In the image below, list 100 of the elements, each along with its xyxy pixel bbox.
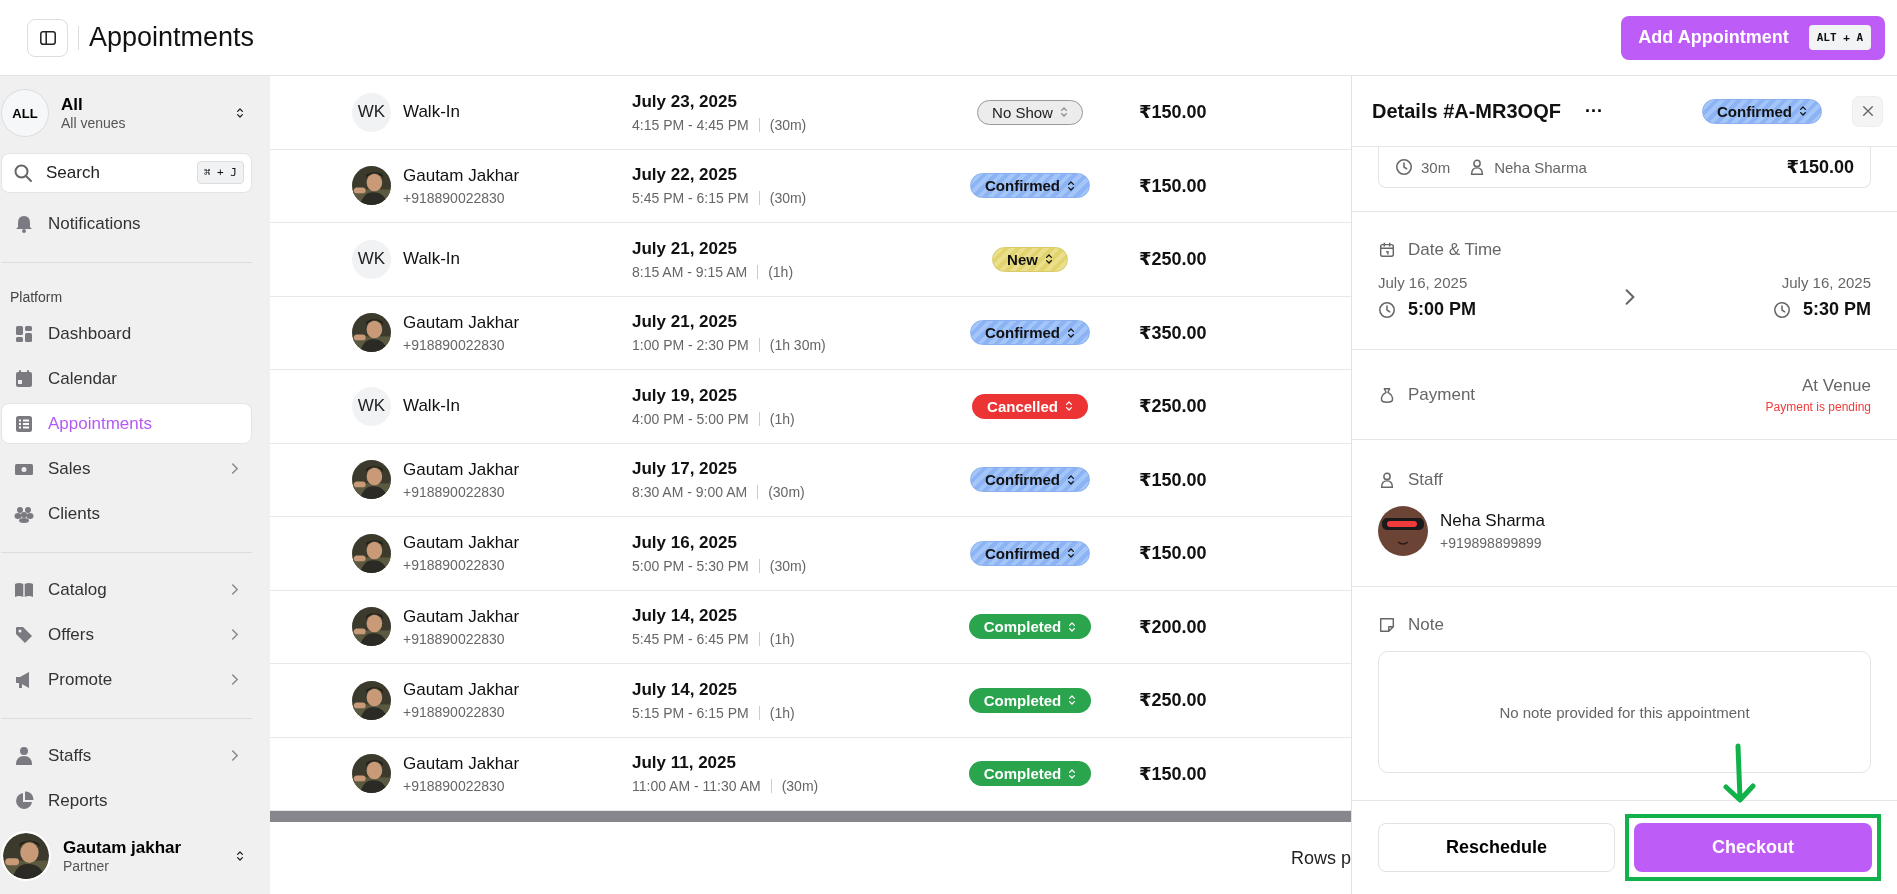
user-name: Gautam jakhar — [63, 838, 183, 858]
pie-chart-icon — [14, 790, 34, 811]
status-dropdown[interactable]: Confirmed — [1702, 98, 1822, 124]
appointment-row[interactable]: Gautam Jakhar +918890022830 July 14, 2025 5:15 PM - 6:15 PM (1h) Completed ₹250.00 — [270, 664, 1351, 738]
avatar-drawing — [1378, 506, 1428, 556]
payment-status: Payment is pending — [1765, 399, 1871, 414]
up-down-chevron-icon — [1068, 694, 1077, 707]
time-range: 4:00 PM - 5:00 PM — [632, 410, 749, 427]
client-name: Walk-In — [403, 249, 460, 270]
up-down-chevron-icon — [1067, 547, 1075, 560]
venue-switcher[interactable]: ALL All All venues — [1, 84, 252, 142]
section-label: Platform — [9, 288, 64, 307]
chevron-right-icon — [230, 673, 239, 686]
section-heading: Staff — [1408, 470, 1443, 490]
tag-icon — [14, 624, 34, 645]
duration: (1h) — [769, 704, 795, 721]
clock-icon — [1395, 158, 1413, 176]
appointment-date: July 22, 2025 — [632, 165, 738, 186]
sidebar-item[interactable]: Clients — [1, 493, 252, 534]
duration: (30m) — [781, 778, 819, 795]
sidebar-item[interactable]: Sales — [1, 448, 252, 489]
page-title: Appointments — [89, 22, 255, 53]
client-name: Gautam Jakhar — [403, 312, 520, 333]
sidebar-item[interactable]: Promote — [1, 659, 252, 700]
price: ₹250.00 — [1138, 689, 1208, 712]
duration: (30m) — [768, 484, 805, 501]
service-staff: Neha Sharma — [1494, 158, 1587, 176]
client-avatar: WK — [352, 239, 391, 279]
end-date: July 16, 2025 — [1781, 274, 1871, 291]
client-name: Gautam Jakhar — [403, 533, 520, 554]
appointment-date: July 19, 2025 — [632, 385, 738, 406]
sidebar-item[interactable]: Reports — [1, 780, 252, 821]
dashboard-icon — [14, 323, 34, 344]
sidebar-item[interactable]: Appointments — [1, 403, 252, 444]
time-range: 1:00 PM - 2:30 PM — [632, 337, 749, 354]
rows-per-page-label: Rows p — [1290, 847, 1351, 869]
client-name: Gautam Jakhar — [403, 606, 520, 627]
status-dropdown[interactable]: Confirmed — [970, 540, 1090, 566]
duration: (30m) — [769, 116, 807, 133]
up-down-chevron-icon — [236, 107, 244, 119]
sticky-note-icon — [1378, 616, 1396, 634]
appointment-row[interactable]: WK Walk-In July 23, 2025 4:15 PM - 4:45 PM (30m) No Show ₹150.00 — [270, 76, 1351, 150]
appointment-row[interactable]: Gautam Jakhar +918890022830 July 14, 2025 5:45 PM - 6:45 PM (1h) Completed ₹200.00 — [270, 590, 1351, 664]
price: ₹250.00 — [1138, 248, 1208, 271]
appointment-date: July 21, 2025 — [632, 312, 738, 333]
appointment-row[interactable]: Gautam Jakhar +918890022830 July 17, 2025 8:30 AM - 9:00 AM (30m) Confirmed ₹150.00 — [270, 443, 1351, 517]
price: ₹150.00 — [1138, 101, 1208, 124]
up-down-chevron-icon — [236, 850, 244, 862]
sidebar-toggle-button[interactable] — [27, 18, 68, 57]
sidebar-item[interactable]: Catalog — [1, 569, 252, 610]
sidebar-item[interactable]: Calendar — [1, 358, 252, 399]
bell-icon — [14, 213, 34, 234]
price: ₹150.00 — [1138, 468, 1208, 491]
appointment-date: July 14, 2025 — [632, 606, 738, 627]
venue-subtitle: All venues — [61, 115, 127, 131]
scrollbar[interactable] — [270, 811, 1351, 822]
price: ₹150.00 — [1138, 762, 1208, 785]
status-dropdown[interactable]: New — [992, 246, 1068, 272]
price: ₹150.00 — [1138, 542, 1208, 565]
appointment-row[interactable]: WK Walk-In July 21, 2025 8:15 AM - 9:15 AM (1h) New ₹250.00 — [270, 223, 1351, 297]
reschedule-button[interactable]: Reschedule — [1378, 823, 1615, 872]
up-down-chevron-icon — [1799, 105, 1807, 117]
appointment-row[interactable]: Gautam Jakhar +918890022830 July 16, 2025 5:00 PM - 5:30 PM (30m) Confirmed ₹150.00 — [270, 517, 1351, 591]
client-name: Gautam Jakhar — [403, 459, 520, 480]
client-name: Walk-In — [403, 102, 460, 123]
status-dropdown[interactable]: Cancelled — [972, 393, 1088, 419]
client-phone: +918890022830 — [403, 483, 506, 500]
user-menu[interactable]: Gautam jakhar Partner — [1, 828, 252, 884]
status-dropdown[interactable]: Confirmed — [970, 467, 1090, 493]
duration: (1h 30m) — [769, 337, 826, 354]
time-range: 5:45 PM - 6:15 PM — [632, 190, 749, 207]
sidebar-item[interactable]: Staffs — [1, 735, 252, 776]
client-avatar: WK — [352, 92, 391, 132]
sidebar-item[interactable]: Dashboard — [1, 313, 252, 354]
appointment-row[interactable]: Gautam Jakhar +918890022830 July 21, 2025 1:00 PM - 2:30 PM (1h 30m) Confirmed ₹350.00 — [270, 296, 1351, 370]
more-button[interactable]: ··· — [1580, 100, 1607, 122]
up-down-chevron-icon — [1064, 400, 1073, 413]
time-range: 4:15 PM - 4:45 PM — [632, 116, 749, 133]
status-dropdown[interactable]: No Show — [977, 99, 1083, 125]
up-down-chevron-icon — [1068, 767, 1077, 780]
client-avatar: WK — [352, 386, 391, 426]
appointment-row[interactable]: Gautam Jakhar +918890022830 July 22, 2025 5:45 PM - 6:15 PM (30m) Confirmed ₹150.00 — [270, 149, 1351, 223]
duration: (1h) — [769, 631, 795, 648]
price: ₹150.00 — [1138, 174, 1208, 197]
appointment-row[interactable]: WK Walk-In July 19, 2025 4:00 PM - 5:00 PM (1h) Cancelled ₹250.00 — [270, 370, 1351, 444]
details-title: Details #A-MR3OQF — [1372, 99, 1561, 123]
sidebar-item[interactable]: Offers — [1, 614, 252, 655]
clock-icon — [1772, 300, 1791, 319]
status-dropdown[interactable]: Confirmed — [970, 320, 1090, 346]
notifications-link[interactable]: Notifications — [1, 203, 252, 244]
payment-method: At Venue — [1802, 375, 1871, 396]
up-down-chevron-icon — [1068, 620, 1077, 633]
add-appointment-button[interactable]: Add Appointment ALT + A — [1621, 15, 1885, 60]
chevron-right-icon — [230, 749, 239, 762]
close-button[interactable] — [1852, 95, 1883, 127]
duration: (30m) — [769, 557, 807, 574]
status-dropdown[interactable]: Confirmed — [970, 173, 1090, 199]
staff-phone: +919898899899 — [1440, 535, 1543, 551]
person-icon — [14, 745, 34, 766]
venue-name: All — [61, 95, 84, 115]
